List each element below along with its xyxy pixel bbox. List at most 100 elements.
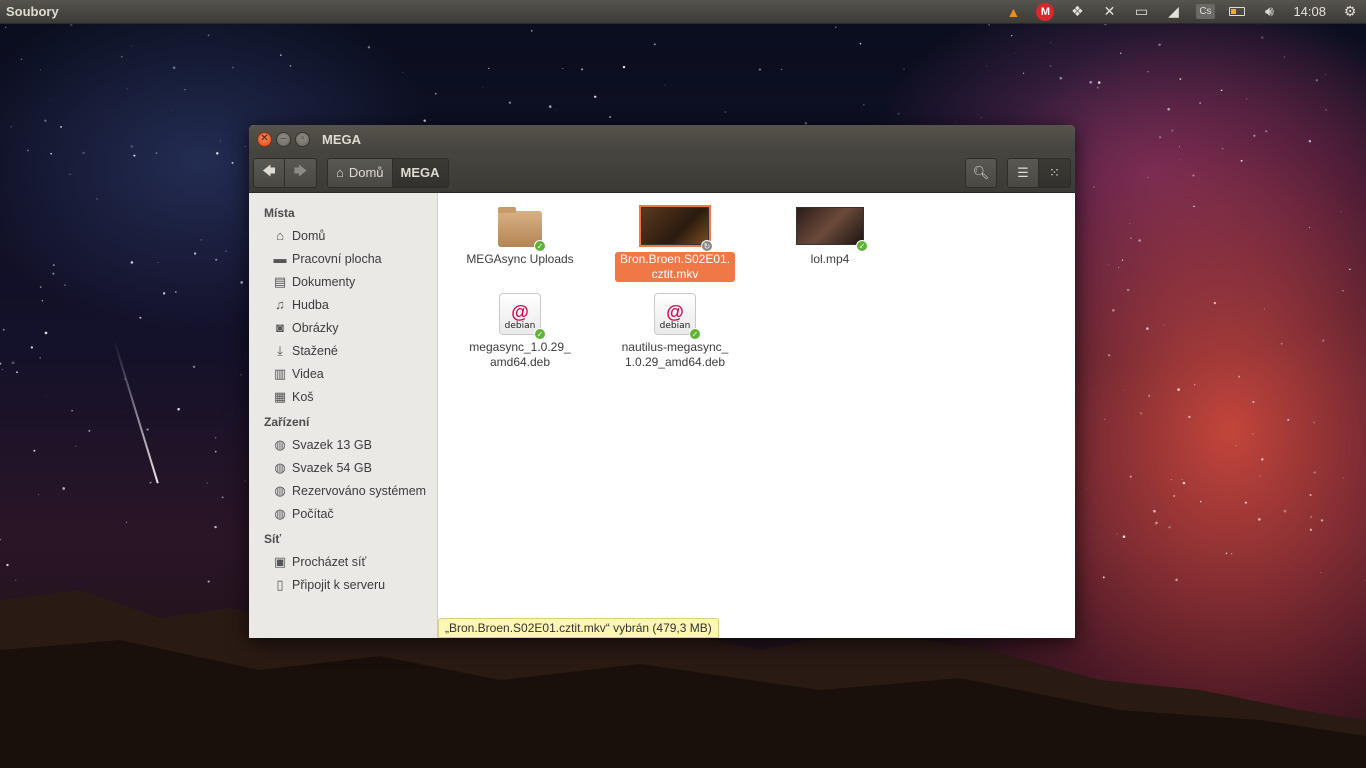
keyboard-icon[interactable]: Cs [1189,0,1221,24]
star [10,126,12,128]
sidebar-item[interactable]: ♫ Hudba [249,293,437,316]
window-body: Místa ⌂ Domů ▬ Pracovní plocha ▤ Dokumenty ♫ Hud… [249,193,1075,638]
star [1014,53,1016,54]
star [244,146,246,147]
star [653,43,656,46]
sidebar-item[interactable]: ◍ Svazek 54 GB [249,456,437,479]
sidebar-item[interactable]: ▤ Dokumenty [249,270,437,293]
star [240,281,243,284]
sidebar-item[interactable]: ▬ Pracovní plocha [249,247,437,270]
sidebar-item[interactable]: ◍ Počítač [249,502,437,525]
star [1179,159,1181,161]
clock[interactable]: 14:08 [1285,4,1334,19]
vlc-icon[interactable]: ▲ [997,0,1029,24]
panel-app-title[interactable]: Soubory [0,4,997,19]
mega-icon[interactable]: M [1029,0,1061,24]
star [50,99,51,101]
sidebar-item-label: Videa [292,366,324,381]
star [1122,535,1126,538]
drive-icon: ◍ [274,459,286,475]
battery-icon[interactable] [1221,0,1253,24]
file-manager-window: ✕ – ▫ MEGA 🡄 🡆 ⌂ Domů MEGA 🔍︎ ☰ ⁙ Místa ⌂… [249,125,1075,638]
back-button[interactable]: 🡄 [253,157,285,188]
sidebar-item[interactable]: ◍ Svazek 13 GB [249,433,437,456]
star [581,68,584,71]
star [82,151,85,155]
star [1342,477,1344,479]
sidebar-item[interactable]: ◍ Rezervováno systémem [249,479,437,502]
star [955,121,957,123]
settings-icon[interactable]: ⚙ [1334,0,1366,24]
volume-icon[interactable]: 🔊︎ [1253,0,1285,24]
star [1022,72,1025,74]
star [215,437,217,439]
sidebar-item[interactable]: ▦ Koš [249,385,437,408]
star [231,161,234,164]
arrow-right-icon: 🡆 [293,162,308,178]
search-button[interactable]: 🔍︎ [965,157,997,188]
forward-button[interactable]: 🡆 [285,157,317,188]
star [1153,509,1156,513]
file-item-nautilus-megasync-deb[interactable]: @ debian ✓ nautilus-megasync_ 1.0.29_amd64… [613,291,737,379]
star [1213,301,1217,305]
star [1011,35,1013,37]
file-item-megasync-uploads[interactable]: ✓ MEGAsync Uploads [458,203,582,291]
synced-badge-icon: ✓ [856,240,868,252]
star [980,116,982,119]
breadcrumb-home[interactable]: ⌂ Domů [327,157,393,188]
sidebar-item[interactable]: ▣ Procházet síť [249,550,437,573]
star [244,480,246,482]
star [1155,521,1158,525]
grid-view-button[interactable]: ⁙ [1039,157,1071,188]
sidebar-item[interactable]: ▯ Připojit k serveru [249,573,437,596]
top-panel: Soubory ▲ M ❖ ✕ ▭ ◢ Cs 🔊︎ 14:08 ⚙ [0,0,1366,24]
close-button[interactable]: ✕ [257,131,272,147]
star [1163,324,1165,326]
home-icon: ⌂ [336,165,344,180]
star [1264,129,1268,133]
video-icon: ▥ [273,365,287,381]
star [214,450,217,453]
dropbox-icon[interactable]: ❖ [1061,0,1093,24]
star [1121,259,1124,261]
star [1,368,3,370]
keyboard-layout-label: Cs [1196,4,1215,19]
network-icon[interactable]: ◢ [1157,0,1189,24]
sidebar-item-label: Domů [292,228,326,243]
sidebar: Místa ⌂ Domů ▬ Pracovní plocha ▤ Dokumenty ♫ Hud… [249,193,438,638]
file-item-megasync-deb[interactable]: @ debian ✓ megasync_1.0.29_ amd64.deb [458,291,582,379]
file-item-bron-broen[interactable]: ↻ Bron.Broen.S02E01. cztit.mkv [613,203,737,291]
star [1182,481,1186,485]
file-item-lol-mp4[interactable]: ✓ lol.mp4 [768,203,892,291]
star [367,46,371,49]
list-view-button[interactable]: ☰ [1007,157,1039,188]
sidebar-item[interactable]: ◙ Obrázky [249,316,437,339]
star [133,154,136,157]
breadcrumb-current[interactable]: MEGA [392,157,449,188]
minimize-button[interactable]: – [276,131,291,147]
crossover-icon[interactable]: ✕ [1093,0,1125,24]
view-mode-buttons: ☰ ⁙ [1007,157,1071,188]
star [240,374,242,376]
star [555,109,557,111]
sidebar-item[interactable]: ⌂ Domů [249,224,437,247]
star [69,173,71,176]
video-thumbnail-icon: ↻ [639,203,713,252]
star [1085,514,1087,516]
star [1309,493,1312,497]
star [1139,412,1143,415]
sidebar-item-label: Obrázky [292,320,339,335]
debian-package-icon: @ debian ✓ [652,291,701,340]
sidebar-item[interactable]: ⤓ Stažené [249,339,437,362]
sidebar-item[interactable]: ▥ Videa [249,362,437,385]
file-view[interactable]: ✓ MEGAsync Uploads ↻ Bron.Broen.S02E01. c… [438,193,1075,638]
window-titlebar[interactable]: ✕ – ▫ MEGA [249,125,1075,153]
star [1171,129,1174,132]
maximize-button[interactable]: ▫ [295,131,310,147]
sidebar-item-label: Připojit k serveru [292,577,386,592]
star [1308,139,1312,143]
star [985,65,987,67]
star [192,365,196,368]
clipboard-icon[interactable]: ▭ [1125,0,1157,24]
music-icon: ♫ [275,297,285,312]
